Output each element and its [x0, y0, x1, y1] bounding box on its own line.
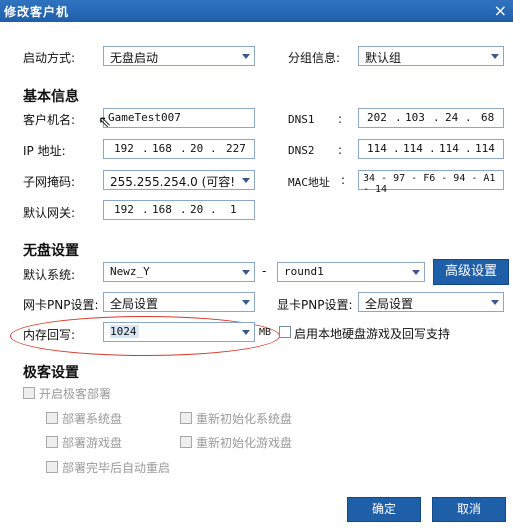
gpu-pnp-label: 显卡PNP设置: — [277, 298, 353, 312]
dns2-colon: : — [338, 143, 343, 157]
ok-button[interactable]: 确定 — [347, 497, 421, 522]
ip-label: IP 地址: — [23, 144, 66, 158]
dns2-octet: 114 — [403, 142, 423, 155]
advanced-settings-button[interactable]: 高级设置 — [433, 259, 509, 285]
boot-mode-label: 启动方式: — [23, 51, 76, 65]
cancel-button[interactable]: 取消 — [432, 497, 506, 522]
hostname-label: 客户机名: — [23, 113, 76, 127]
dns1-octet: 103 — [405, 111, 425, 124]
subnet-mask-select[interactable]: 255.255.254.0 (可容! — [103, 170, 255, 190]
dns1-label: DNS1 — [288, 113, 315, 126]
chevron-down-icon — [242, 330, 250, 335]
chevron-down-icon — [242, 300, 250, 305]
basic-info-heading: 基本信息 — [23, 89, 79, 105]
mask-value: 255.255.254.0 — [110, 175, 198, 189]
dns2-field[interactable]: 114 . 114 . 114 . 114 — [358, 139, 504, 159]
dns2-octet: 114 — [367, 142, 387, 155]
gpu-pnp-select[interactable]: 全局设置 — [358, 292, 504, 312]
local-disk-label: 启用本地硬盘游戏及回写支持 — [294, 327, 451, 341]
boot-mode-value: 无盘启动 — [110, 51, 159, 65]
local-disk-checkbox[interactable] — [279, 326, 291, 338]
diskless-heading: 无盘设置 — [23, 243, 79, 259]
nic-pnp-label: 网卡PNP设置: — [23, 298, 99, 312]
write-cache-select[interactable]: 1024 — [103, 322, 255, 342]
gateway-octet: 1 — [230, 203, 237, 216]
write-cache-unit: MB — [259, 327, 272, 338]
group-select[interactable]: 默认组 — [358, 46, 504, 66]
gateway-field[interactable]: 192 . 168 . 20 . 1 — [103, 200, 255, 220]
enable-express-label: 开启极客部署 — [39, 387, 112, 401]
mouse-cursor-icon: ⇖ — [98, 112, 112, 131]
close-icon[interactable]: × — [494, 1, 507, 20]
group-value: 默认组 — [365, 51, 402, 65]
nic-pnp-value: 全局设置 — [110, 297, 159, 311]
default-system-select[interactable]: Newz_Y — [103, 262, 255, 282]
auto-reboot-label: 部署完毕后自动重启 — [62, 461, 171, 475]
dns1-colon: : — [338, 112, 343, 126]
default-system-label: 默认系统: — [23, 268, 76, 282]
ip-octet: 227 — [226, 142, 246, 155]
reinit-system-label: 重新初始化系统盘 — [196, 412, 293, 426]
round-select[interactable]: round1 — [277, 262, 425, 282]
chevron-down-icon — [242, 54, 250, 59]
deploy-system-label: 部署系统盘 — [62, 412, 123, 426]
mac-value: 34 - 97 - F6 - 94 - A1 - 14 — [363, 173, 496, 195]
chevron-down-icon — [242, 270, 250, 275]
write-cache-label: 内存回写: — [23, 328, 76, 342]
hostname-value: GameTest007 — [108, 111, 181, 124]
gateway-octet: 168 — [152, 203, 172, 216]
title-bar: 修改客户机 × — [0, 0, 513, 22]
write-cache-value: 1024 — [110, 325, 139, 338]
default-system-value: Newz_Y — [110, 265, 150, 278]
subnet-mask-label: 子网掩码: — [23, 175, 76, 189]
ip-octet: 20 — [190, 142, 204, 155]
gateway-label: 默认网关: — [23, 206, 76, 220]
mask-hint: (可容! — [201, 175, 236, 189]
dns2-octet: 114 — [439, 142, 459, 155]
round-value: round1 — [284, 265, 324, 278]
subnet-mask-value: 255.255.254.0 (可容! — [110, 173, 235, 190]
enable-express-checkbox[interactable] — [23, 387, 35, 399]
boot-mode-select[interactable]: 无盘启动 — [103, 46, 255, 66]
gpu-pnp-value: 全局设置 — [365, 297, 414, 311]
chevron-down-icon — [242, 178, 250, 183]
mac-colon: : — [341, 173, 346, 187]
reinit-system-checkbox[interactable] — [180, 412, 192, 424]
reinit-game-checkbox[interactable] — [180, 436, 192, 448]
ip-field[interactable]: 192 . 168 . 20 . 227 — [103, 139, 255, 159]
gateway-octet: 192 — [114, 203, 134, 216]
nic-pnp-select[interactable]: 全局设置 — [103, 292, 255, 312]
dns1-field[interactable]: 202 . 103 . 24 . 68 — [358, 108, 504, 128]
auto-reboot-checkbox[interactable] — [46, 461, 58, 473]
chevron-down-icon — [491, 300, 499, 305]
dns1-octet: 24 — [445, 111, 459, 124]
mac-field[interactable]: 34 - 97 - F6 - 94 - A1 - 14 — [358, 170, 504, 195]
reinit-game-label: 重新初始化游戏盘 — [196, 436, 293, 450]
chevron-down-icon — [412, 270, 420, 275]
dns2-label: DNS2 — [288, 144, 315, 157]
window-title: 修改客户机 — [4, 5, 70, 19]
dns1-octet: 68 — [481, 111, 495, 124]
deploy-game-label: 部署游戏盘 — [62, 436, 123, 450]
dash-separator: - — [262, 264, 267, 278]
deploy-system-checkbox[interactable] — [46, 412, 58, 424]
gateway-octet: 20 — [190, 203, 204, 216]
ip-octet: 168 — [152, 142, 172, 155]
chevron-down-icon — [491, 54, 499, 59]
mac-label: MAC地址 — [288, 176, 330, 189]
dns1-octet: 202 — [367, 111, 387, 124]
express-heading: 极客设置 — [23, 365, 79, 381]
group-label: 分组信息: — [288, 51, 341, 65]
deploy-game-checkbox[interactable] — [46, 436, 58, 448]
dns2-octet: 114 — [475, 142, 495, 155]
ip-octet: 192 — [114, 142, 134, 155]
hostname-field[interactable]: GameTest007 — [103, 108, 255, 128]
